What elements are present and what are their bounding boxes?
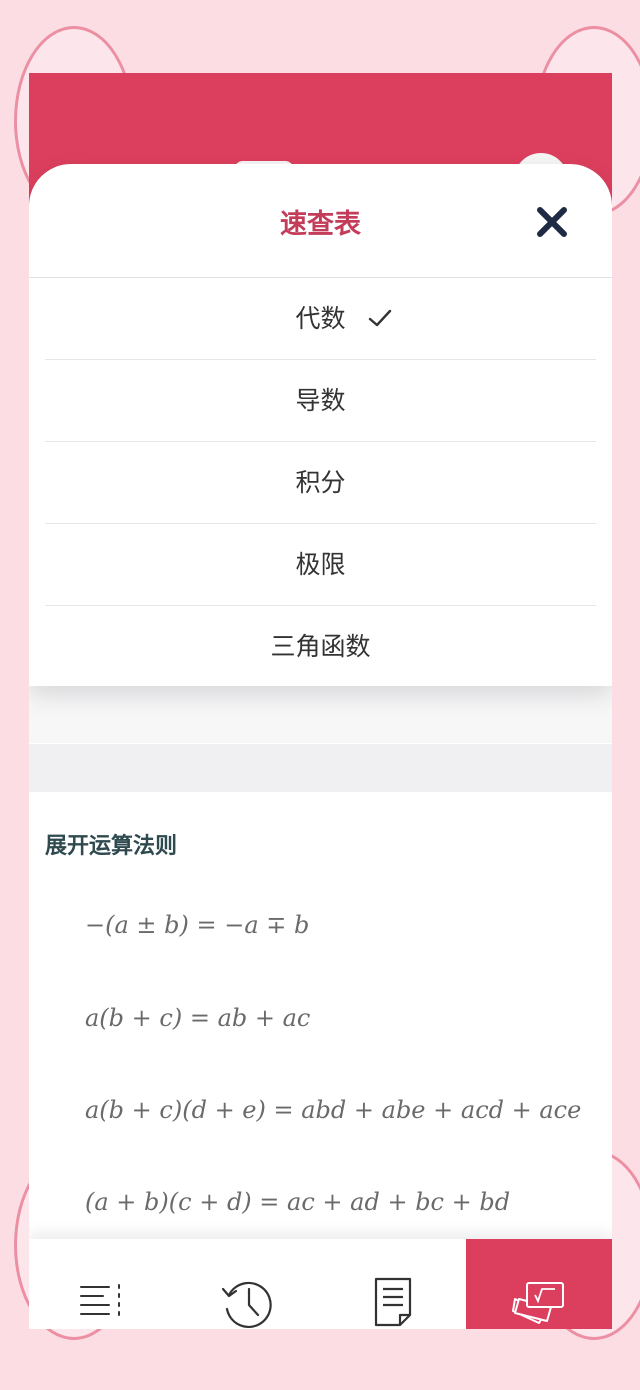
section-title: 展开运算法则	[45, 834, 178, 859]
category-item-integral[interactable]: 积分	[45, 442, 596, 524]
history-icon	[221, 1281, 272, 1329]
formula-content: 展开运算法则 −(a ± b) = −a ∓ b a(b + c) = ab +…	[29, 793, 612, 1243]
tab-document[interactable]	[321, 1239, 466, 1329]
formula-row: a(b + c) = ab + ac	[85, 1004, 311, 1032]
formula-row: a(b + c)(d + e) = abd + abe + acd + ace	[85, 1096, 582, 1124]
formula-cards-icon	[512, 1282, 564, 1324]
tab-history[interactable]	[175, 1239, 320, 1329]
formula-row: −(a ± b) = −a ∓ b	[85, 911, 310, 939]
section-divider-band	[29, 744, 612, 792]
category-item-limit[interactable]: 极限	[45, 524, 596, 606]
category-label: 极限	[295, 550, 346, 579]
category-label: 代数	[295, 304, 346, 333]
category-label: 三角函数	[270, 632, 371, 661]
close-button[interactable]	[532, 202, 572, 242]
quick-reference-sheet: 速查表 代数 导数 积分 极限 三角函数	[29, 164, 612, 686]
checkmark-icon	[368, 309, 392, 327]
formula-row: (a + b)(c + d) = ac + ad + bc + bd	[85, 1188, 511, 1216]
category-list: 代数 导数 积分 极限 三角函数	[45, 278, 596, 687]
category-item-derivative[interactable]: 导数	[45, 360, 596, 442]
category-label: 导数	[295, 386, 346, 415]
document-icon	[374, 1277, 412, 1327]
bottom-tab-bar	[29, 1239, 612, 1329]
category-item-algebra[interactable]: 代数	[45, 278, 596, 360]
sheet-header: 速查表	[29, 164, 612, 278]
tab-menu[interactable]	[29, 1239, 174, 1329]
close-icon	[537, 207, 567, 237]
category-label: 积分	[295, 468, 346, 497]
tab-formula-cards[interactable]	[466, 1239, 612, 1329]
menu-list-icon	[80, 1284, 120, 1316]
app-screen: 展开运算法则 −(a ± b) = −a ∓ b a(b + c) = ab +…	[29, 73, 612, 1329]
category-item-trigonometry[interactable]: 三角函数	[45, 606, 596, 687]
sheet-title: 速查表	[280, 209, 361, 240]
